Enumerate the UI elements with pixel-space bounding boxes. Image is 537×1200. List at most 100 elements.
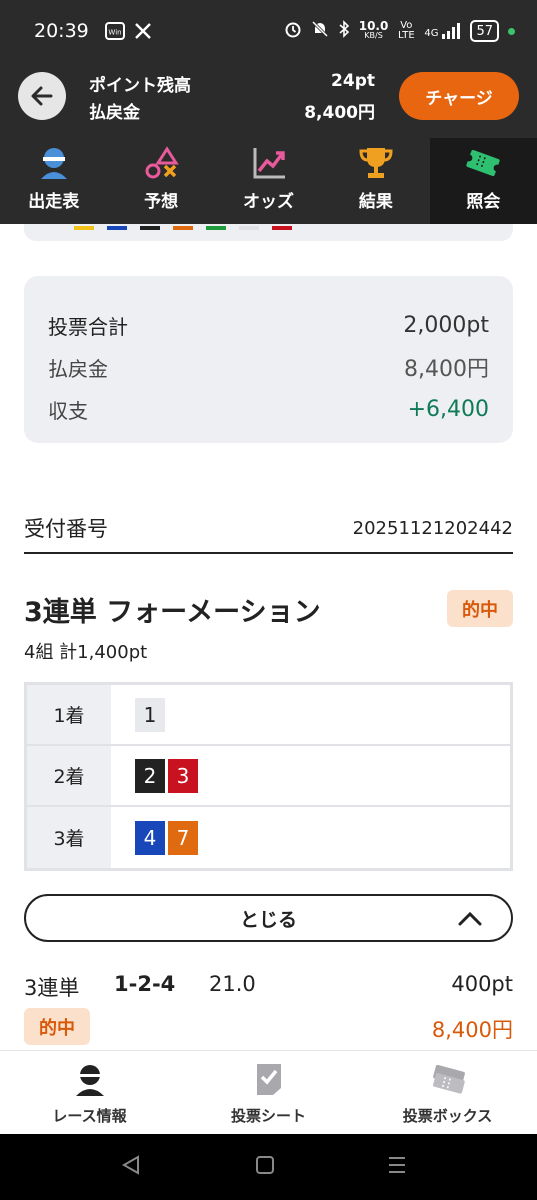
post-color [74,226,94,230]
horse-number: 4 [135,820,165,855]
post-colors [74,226,292,230]
summary-refund-label: 払戻金 [48,356,108,381]
status-icons: 10.0 KB/S Vo LTE 4G 57 [284,20,515,42]
tab-label: オッズ [243,192,295,212]
mute-icon [311,20,329,42]
result-combo: 1-2-4 [114,972,176,996]
prediction-shapes-icon [141,143,181,183]
speed-value: 10.0 [358,19,389,33]
clock: 20:39 [34,20,89,42]
horse-number: 3 [168,758,198,793]
summary-balance-value: +6,400 [407,396,489,422]
place-label: 3着 [27,807,111,868]
status-bar: 20:39 Win 10.0 KB/S Vo LTE 4G 57 [0,0,537,62]
summary-refund-value: 8,400円 [404,357,489,382]
place-label: 2着 [27,746,111,805]
tab-results[interactable]: 結果 [322,138,429,224]
refund-value: 8,400円 [304,103,375,123]
check-sheet-icon [249,1059,289,1099]
menu-lines-icon[interactable] [386,1154,408,1176]
privacy-dot [508,27,515,35]
battery-indicator: 57 [470,20,499,42]
refund-label: 払戻金 [89,103,140,123]
tab-label: 照会 [466,192,501,212]
post-color [140,226,160,230]
nav-bet-sheet[interactable]: 投票シート [179,1051,358,1134]
app-notification-icon: Win [104,22,125,40]
back-button[interactable] [18,72,66,120]
formation-row-second: 2着 2 3 [27,746,510,807]
bottom-nav: レース情報 投票シート 投票ボックス [0,1050,537,1134]
receipt-label: 受付番号 [24,517,108,541]
back-triangle-icon[interactable] [120,1154,142,1176]
tab-race-card[interactable]: 出走表 [0,138,107,224]
nav-label: 投票ボックス [402,1107,493,1125]
bet-type-title: 3連単 フォーメーション [24,597,321,628]
tab-label: 出走表 [28,192,80,212]
formation-table: 1着 1 2着 2 3 3着 4 7 [24,682,513,871]
tab-odds[interactable]: オッズ [215,138,322,224]
summary-total-value: 2,000pt [403,312,489,338]
horse-numbers: 4 7 [111,807,510,868]
summary-balance-label: 収支 [48,398,88,423]
summary-total-label: 投票合計 [48,314,128,339]
nav-label: レース情報 [52,1107,127,1125]
post-color [272,226,292,230]
alarm-icon [284,20,302,42]
tab-prediction[interactable]: 予想 [107,138,214,224]
tab-label: 予想 [144,192,179,212]
main-tabbar: 出走表 予想 オッズ 結果 照会 [0,138,537,224]
close-button[interactable]: とじる [24,894,513,942]
post-color [173,226,193,230]
nav-bet-box[interactable]: 投票ボックス [358,1051,537,1134]
bluetooth-icon [338,20,350,42]
bet-subtitle: 4組 計1,400pt [24,642,148,663]
result-hit-badge: 的中 [24,1008,90,1045]
ticket-icon [463,143,503,183]
result-type: 3連単 [24,976,80,1000]
result-odds: 21.0 [209,972,256,996]
trophy-icon [356,143,396,183]
result-row: 3連単 1-2-4 21.0 400pt [24,968,513,1004]
post-color [107,226,127,230]
nav-label: 投票シート [230,1107,306,1125]
volte-indicator: Vo LTE [398,20,415,41]
chart-trend-icon [249,143,289,183]
network-speed: 10.0 KB/S [358,19,389,41]
horse-number: 7 [168,820,198,855]
result-stake: 400pt [451,972,513,996]
arrow-left-icon [31,86,53,106]
jockey-icon [70,1059,110,1099]
receipt-value: 20251121202442 [352,517,513,539]
tickets-icon [428,1059,468,1099]
horse-numbers: 1 [111,685,510,744]
close-button-label: とじる [239,908,297,931]
post-color [206,226,226,230]
inquiry-content: 投票合計 2,000pt 払戻金 8,400円 収支 +6,400 受付番号 2… [0,224,537,1050]
bet-summary-card: 投票合計 2,000pt 払戻金 8,400円 収支 +6,400 [24,276,513,443]
result-payout: 8,400円 [431,1018,513,1042]
tab-inquiry[interactable]: 照会 [429,138,537,224]
formation-row-third: 3着 4 7 [27,807,510,868]
signal-icon: 4G [424,23,461,39]
formation-row-first: 1着 1 [27,685,510,746]
home-square-icon[interactable] [254,1154,276,1176]
summary-row-refund: 払戻金 8,400円 [48,346,489,388]
post-color [239,226,259,230]
app-header: ポイント残高 払戻金 24pt 8,400円 チャージ [0,62,537,138]
summary-row-balance: 収支 +6,400 [48,388,489,430]
horse-numbers: 2 3 [111,746,510,805]
jockey-icon [34,143,74,183]
charge-button[interactable]: チャージ [399,72,519,120]
place-label: 1着 [27,685,111,744]
horse-number: 2 [135,758,165,793]
system-nav-bar [0,1134,537,1200]
x-logo-icon [134,23,151,39]
tab-label: 結果 [358,192,393,212]
network-type: 4G [424,28,439,39]
nav-race-info[interactable]: レース情報 [0,1051,179,1134]
race-card-partial [24,224,513,241]
horse-number: 1 [135,697,165,732]
hit-badge: 的中 [447,590,513,627]
points-label: ポイント残高 [89,76,191,96]
